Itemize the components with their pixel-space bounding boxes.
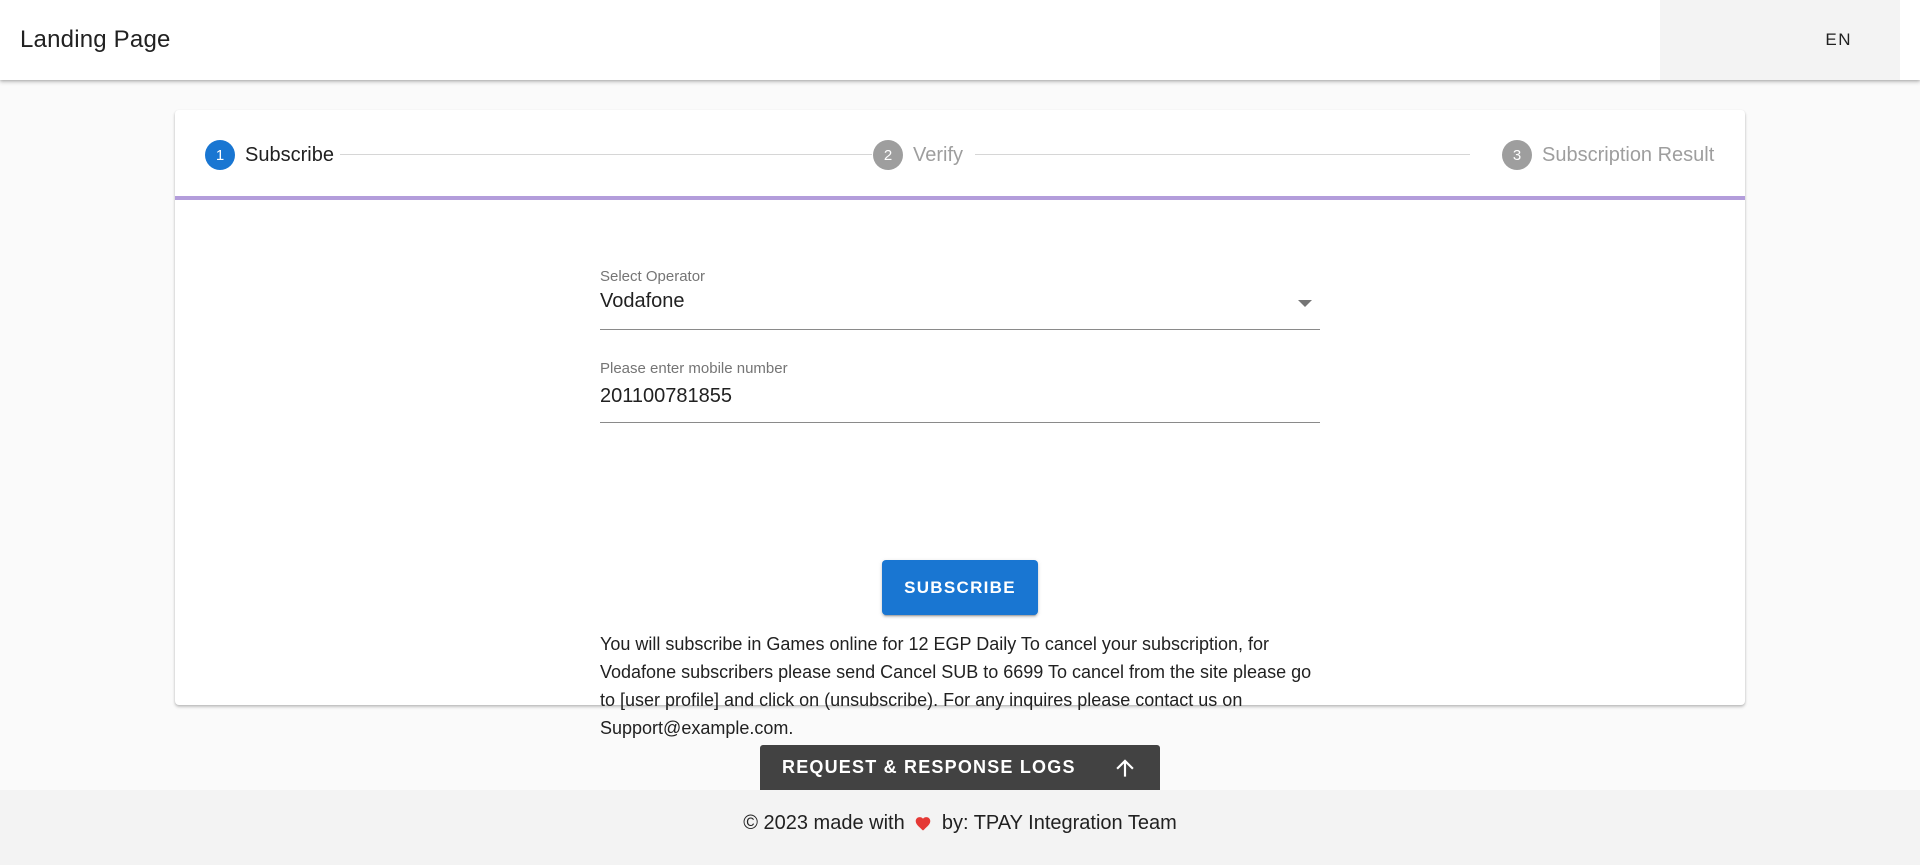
operator-select[interactable]: Select Operator Vodafone	[600, 268, 1320, 330]
page-title: Landing Page	[20, 26, 171, 53]
logs-label: REQUEST & RESPONSE LOGS	[782, 757, 1076, 777]
mobile-field: Please enter mobile number	[600, 360, 1320, 423]
step-number-2: 2	[873, 140, 903, 170]
step-subscription-result[interactable]: 3 Subscription Result	[1502, 110, 1714, 200]
operator-value: Vodafone	[600, 290, 685, 312]
subscription-terms: You will subscribe in Games online for 1…	[600, 634, 1312, 738]
request-response-logs-button[interactable]: REQUEST & RESPONSE LOGS	[760, 745, 1160, 790]
language-button[interactable]: EN	[1660, 0, 1900, 80]
mobile-number-input[interactable]	[600, 382, 1290, 410]
step-number-1: 1	[205, 140, 235, 170]
step-number-3: 3	[1502, 140, 1532, 170]
step-label-subscribe: Subscribe	[245, 143, 334, 166]
subscription-card: 1 Subscribe 2 Verify 3 Subscription Resu…	[175, 110, 1745, 738]
arrow-up-icon	[1116, 759, 1134, 777]
step-verify[interactable]: 2 Verify	[873, 110, 963, 200]
subscribe-button[interactable]: Subscribe	[882, 560, 1038, 615]
step-label-verify: Verify	[913, 143, 964, 166]
step-subscribe[interactable]: 1 Subscribe	[205, 110, 334, 200]
footer-prefix: © 2023 made with	[743, 812, 905, 834]
operator-label: Select Operator	[600, 268, 706, 285]
footer-suffix: by: TPAY Integration Team	[941, 812, 1177, 834]
footer: © 2023 made with by: TPAY Integration Te…	[0, 790, 1920, 865]
step-label-subscription-result: Subscription Result	[1542, 143, 1715, 166]
chevron-down-icon	[1298, 300, 1312, 307]
app-bar: Landing Page EN	[0, 0, 1920, 80]
mobile-label: Please enter mobile number	[600, 360, 788, 377]
step-connector-2	[975, 154, 1470, 155]
step-connector-1	[340, 154, 872, 155]
stepper: 1 Subscribe 2 Verify 3 Subscription Resu…	[175, 110, 1745, 200]
heart-icon	[915, 817, 931, 831]
